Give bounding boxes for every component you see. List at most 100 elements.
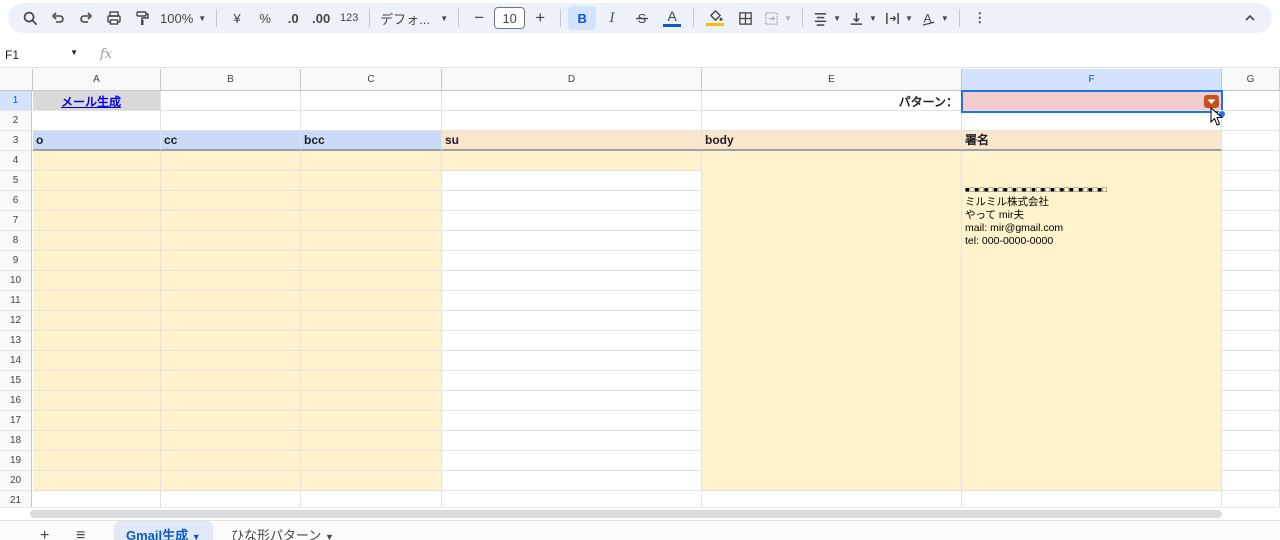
cell[interactable] xyxy=(442,111,702,131)
row-header[interactable]: 12 xyxy=(0,311,32,331)
text-rotation-button[interactable]: A ▼ xyxy=(918,6,952,30)
cell[interactable] xyxy=(33,111,161,131)
body-merged-cell[interactable] xyxy=(702,151,962,491)
decrease-decimal-button[interactable]: .0 xyxy=(280,6,306,30)
increase-font-size-button[interactable]: + xyxy=(527,6,553,30)
add-sheet-button[interactable]: + xyxy=(40,521,49,540)
cell[interactable] xyxy=(1222,231,1280,251)
cell[interactable] xyxy=(301,271,442,291)
cell[interactable] xyxy=(33,331,161,351)
cell[interactable] xyxy=(301,491,442,507)
percent-format-button[interactable]: % xyxy=(252,6,278,30)
cell[interactable] xyxy=(33,211,161,231)
table-header-cell[interactable]: body xyxy=(702,131,962,151)
select-all-corner[interactable] xyxy=(0,69,33,91)
cell[interactable] xyxy=(1222,271,1280,291)
column-header[interactable]: A xyxy=(33,69,161,91)
cell[interactable] xyxy=(33,371,161,391)
cell[interactable] xyxy=(301,211,442,231)
row-header[interactable]: 4 xyxy=(0,151,32,171)
more-options-button[interactable]: ⋮ xyxy=(967,6,993,30)
table-header-cell[interactable]: su xyxy=(442,131,702,151)
row-header[interactable]: 8 xyxy=(0,231,32,251)
cell[interactable] xyxy=(301,431,442,451)
cell[interactable] xyxy=(1222,251,1280,271)
cell[interactable] xyxy=(161,491,301,507)
merge-cells-button[interactable]: ▼ xyxy=(761,6,795,30)
row-header[interactable]: 10 xyxy=(0,271,32,291)
cell[interactable] xyxy=(442,391,702,411)
cell[interactable] xyxy=(962,491,1222,507)
cell[interactable] xyxy=(161,171,301,191)
row-header[interactable]: 2 xyxy=(0,111,32,131)
decrease-font-size-button[interactable]: − xyxy=(466,6,492,30)
cell[interactable] xyxy=(1222,411,1280,431)
cell[interactable] xyxy=(1222,291,1280,311)
text-wrap-button[interactable]: ▼ xyxy=(882,6,916,30)
row-header[interactable]: 17 xyxy=(0,411,32,431)
row-header[interactable]: 20 xyxy=(0,471,32,491)
row-header[interactable]: 15 xyxy=(0,371,32,391)
cell[interactable] xyxy=(161,311,301,331)
cell[interactable] xyxy=(301,151,442,171)
cell[interactable] xyxy=(1222,491,1280,507)
cell[interactable] xyxy=(442,371,702,391)
row-header[interactable]: 3 xyxy=(0,131,32,151)
cell[interactable] xyxy=(301,371,442,391)
redo-button[interactable] xyxy=(73,6,99,30)
fill-color-button[interactable] xyxy=(701,6,729,30)
table-header-cell[interactable]: bcc xyxy=(301,131,442,151)
cell[interactable] xyxy=(301,471,442,491)
cell[interactable] xyxy=(33,391,161,411)
cell[interactable] xyxy=(301,231,442,251)
cell[interactable] xyxy=(1222,431,1280,451)
text-color-button[interactable]: A xyxy=(658,6,686,30)
row-header[interactable]: 16 xyxy=(0,391,32,411)
active-cell-outline[interactable] xyxy=(961,90,1223,113)
generate-mail-link[interactable]: メール生成 xyxy=(61,93,121,110)
cell[interactable] xyxy=(301,91,442,111)
cell[interactable] xyxy=(442,311,702,331)
cell[interactable] xyxy=(442,331,702,351)
row-header[interactable]: 19 xyxy=(0,451,32,471)
cell[interactable] xyxy=(161,471,301,491)
cell[interactable] xyxy=(1222,311,1280,331)
cell[interactable] xyxy=(33,351,161,371)
cell[interactable] xyxy=(161,291,301,311)
cell[interactable] xyxy=(33,431,161,451)
column-header[interactable]: C xyxy=(301,69,442,91)
row-header[interactable]: 13 xyxy=(0,331,32,351)
cell[interactable] xyxy=(161,231,301,251)
cell[interactable] xyxy=(442,451,702,471)
increase-decimal-button[interactable]: .00 xyxy=(308,6,334,30)
scrollbar-thumb[interactable] xyxy=(30,510,1222,518)
print-button[interactable] xyxy=(101,6,127,30)
cell[interactable] xyxy=(442,171,702,191)
table-header-cell[interactable]: o xyxy=(33,131,161,151)
cell[interactable] xyxy=(33,171,161,191)
cell[interactable] xyxy=(161,151,301,171)
cell[interactable] xyxy=(161,331,301,351)
column-header[interactable]: E xyxy=(702,69,962,91)
cell[interactable] xyxy=(33,231,161,251)
cell[interactable] xyxy=(301,391,442,411)
cell[interactable] xyxy=(33,251,161,271)
cell[interactable] xyxy=(33,311,161,331)
cell[interactable] xyxy=(442,211,702,231)
cell[interactable] xyxy=(442,471,702,491)
cell[interactable] xyxy=(442,191,702,211)
cell[interactable] xyxy=(442,411,702,431)
cell[interactable] xyxy=(33,271,161,291)
cell[interactable] xyxy=(33,191,161,211)
cell[interactable] xyxy=(442,231,702,251)
cell[interactable] xyxy=(1222,171,1280,191)
cell[interactable] xyxy=(702,491,962,507)
cell[interactable] xyxy=(1222,211,1280,231)
cell[interactable] xyxy=(33,451,161,471)
cell[interactable] xyxy=(161,451,301,471)
cell[interactable] xyxy=(33,411,161,431)
cell[interactable] xyxy=(301,111,442,131)
cell[interactable] xyxy=(161,91,301,111)
paint-format-button[interactable] xyxy=(129,6,155,30)
formula-input[interactable] xyxy=(112,44,1280,66)
